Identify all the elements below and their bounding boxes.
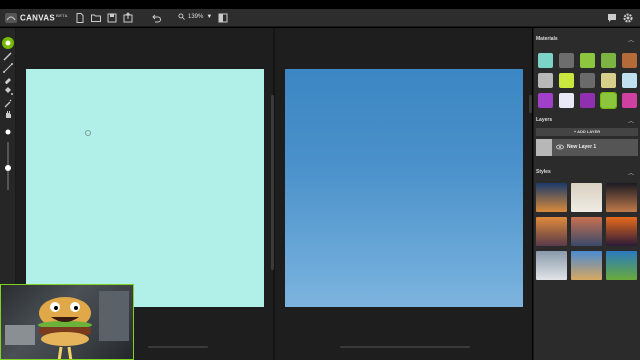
title-bar: CANVASBETA 139% ▼ [0, 9, 640, 27]
open-folder-icon[interactable] [90, 12, 102, 24]
style-thumbnail[interactable] [536, 251, 567, 280]
material-swatch[interactable] [622, 53, 637, 68]
layer-visibility-eye-icon[interactable] [556, 143, 564, 151]
right-horizontal-scrollbar[interactable] [340, 346, 470, 348]
fill-bucket-icon[interactable] [2, 85, 14, 97]
material-swatch[interactable] [601, 53, 616, 68]
split-view-icon[interactable] [217, 12, 229, 24]
webcam-overlay [0, 284, 134, 360]
feedback-icon[interactable] [606, 12, 618, 24]
zoom-dropdown-caret[interactable]: ▼ [206, 14, 212, 20]
material-swatch[interactable] [622, 73, 637, 88]
save-icon[interactable] [106, 12, 118, 24]
style-thumbnail[interactable] [536, 183, 567, 212]
pan-hand-icon[interactable] [2, 108, 14, 120]
hamburger-avatar-icon [5, 291, 129, 359]
styles-title: Styles [536, 169, 551, 175]
material-swatch[interactable] [600, 92, 617, 109]
layer-thumbnail [536, 139, 552, 156]
layers-title: Layers [536, 117, 553, 123]
material-swatch[interactable] [580, 53, 595, 68]
layer-name: New Layer 1 [567, 144, 597, 150]
export-icon[interactable] [122, 12, 134, 24]
material-swatch[interactable] [559, 93, 574, 108]
nvidia-logo-icon [5, 13, 17, 23]
style-thumbnail[interactable] [571, 183, 602, 212]
segmentation-canvas[interactable] [26, 69, 264, 307]
panel-scrollbar[interactable] [529, 95, 532, 113]
style-thumbnail[interactable] [606, 183, 637, 212]
material-swatch[interactable] [622, 93, 637, 108]
pencil-tool-icon[interactable] [2, 50, 14, 62]
layers-collapse-chevron-icon[interactable]: ︿ [628, 116, 634, 125]
style-thumbnail[interactable] [606, 251, 637, 280]
line-tool-icon[interactable] [2, 62, 14, 74]
material-swatch[interactable] [538, 93, 553, 108]
materials-title: Materials [536, 36, 558, 42]
add-layer-button[interactable]: + ADD LAYER [536, 128, 638, 136]
material-swatch[interactable] [538, 53, 553, 68]
new-file-icon[interactable] [74, 12, 86, 24]
brush-cursor [85, 130, 91, 136]
brush-size-handle[interactable] [5, 165, 11, 171]
styles-collapse-chevron-icon[interactable]: ︿ [628, 168, 634, 177]
material-swatch[interactable] [538, 73, 553, 88]
style-thumbnail[interactable] [606, 217, 637, 246]
zoom-value: 139% [188, 13, 204, 20]
settings-gear-icon[interactable] [622, 12, 634, 24]
left-horizontal-scrollbar[interactable] [148, 346, 208, 348]
style-thumbnail[interactable] [536, 217, 567, 246]
material-swatch[interactable] [559, 73, 574, 88]
left-vertical-scrollbar[interactable] [271, 95, 274, 270]
zoom-control[interactable]: 139% ▼ [178, 13, 212, 20]
material-swatch[interactable] [559, 53, 574, 68]
material-swatch[interactable] [580, 93, 595, 108]
app-title: CANVASBETA [20, 13, 68, 23]
output-image-canvas [285, 69, 523, 307]
zoom-icon [178, 13, 185, 20]
material-swatch[interactable] [601, 73, 616, 88]
brush-size-dot-icon [5, 129, 11, 135]
style-thumbnail[interactable] [571, 251, 602, 280]
undo-icon[interactable] [150, 12, 162, 24]
material-swatch[interactable] [580, 73, 595, 88]
brush-tool-icon[interactable] [2, 37, 14, 49]
style-thumbnail[interactable] [571, 217, 602, 246]
materials-collapse-chevron-icon[interactable]: ︿ [628, 35, 634, 44]
